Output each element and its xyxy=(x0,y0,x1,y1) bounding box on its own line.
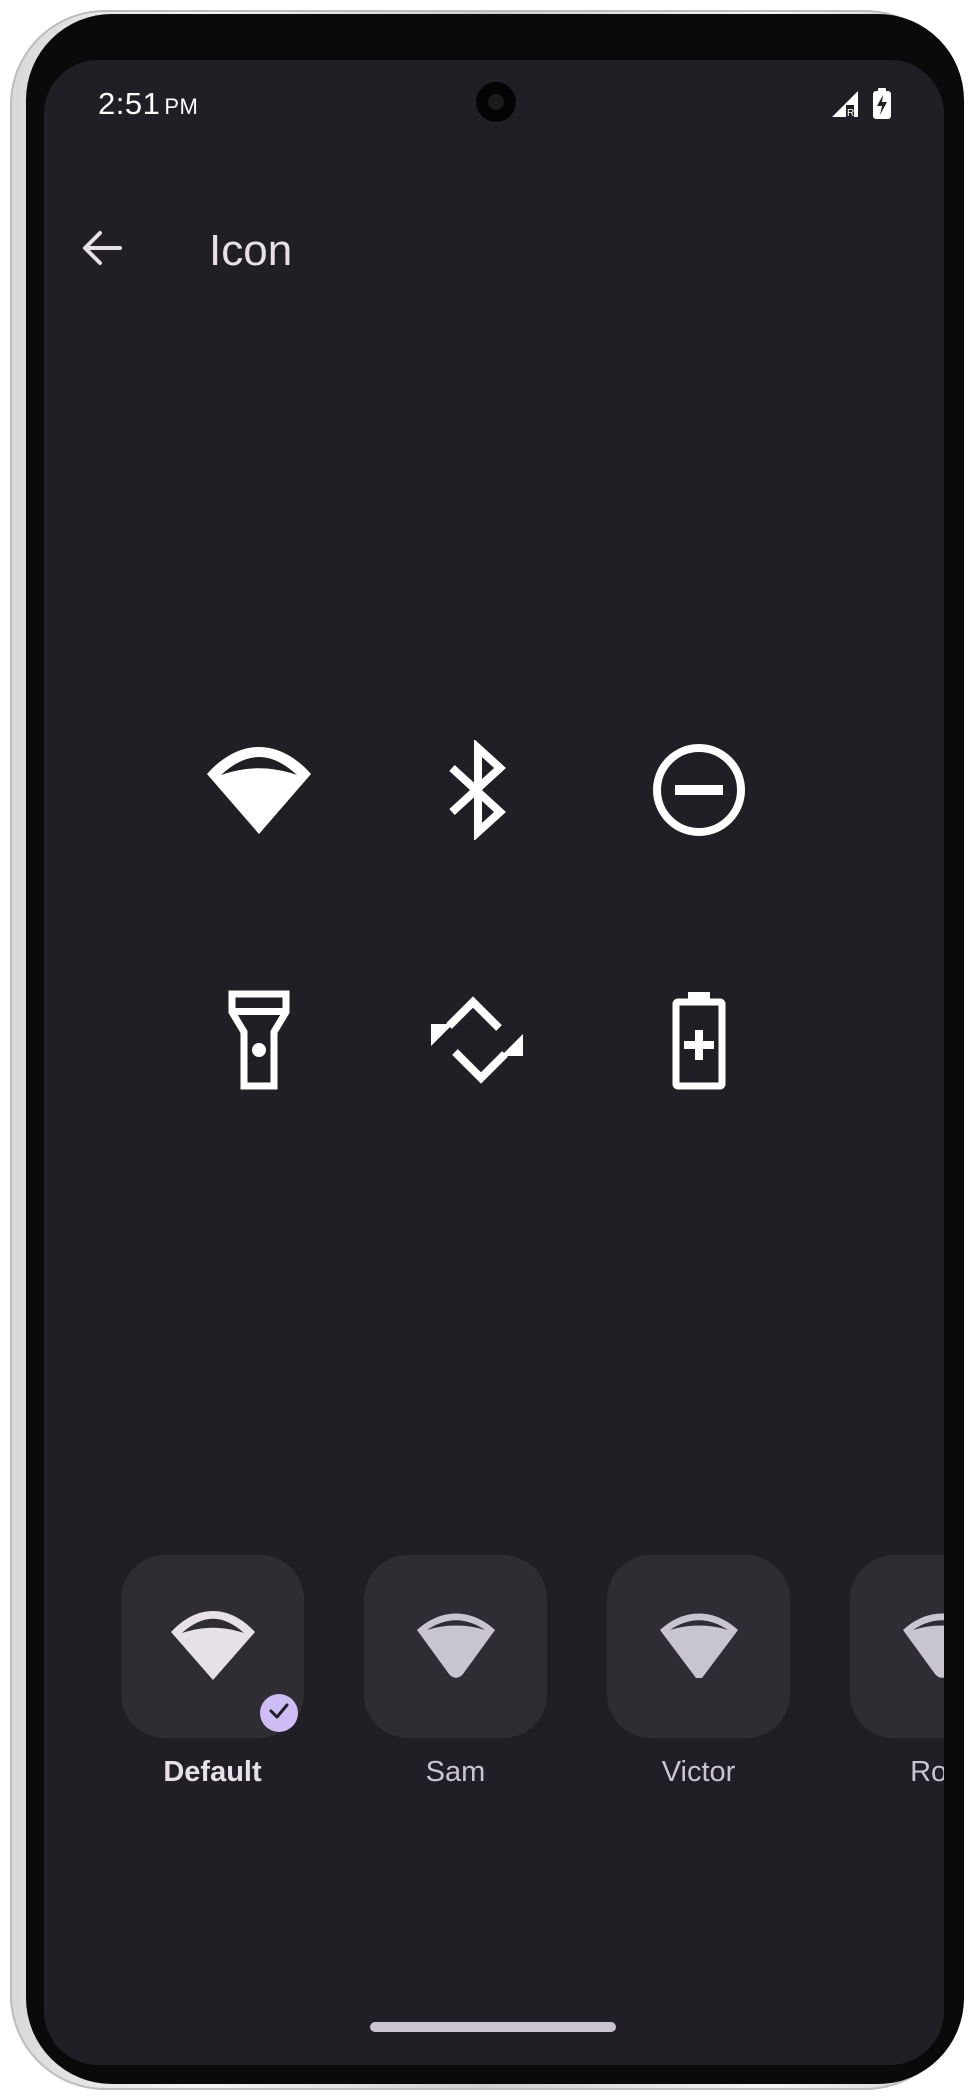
option-tile[interactable] xyxy=(364,1555,547,1738)
option-label: Victor xyxy=(661,1756,736,1788)
flashlight-icon xyxy=(194,975,324,1105)
option-victor[interactable]: Victor xyxy=(607,1555,790,1789)
auto-rotate-icon xyxy=(412,975,542,1105)
status-ampm: PM xyxy=(164,94,199,119)
wifi-icon xyxy=(413,1608,499,1685)
wifi-icon xyxy=(167,1606,259,1687)
selected-check-badge xyxy=(260,1694,298,1732)
screen: 2:51 PM R Icon Default Sam Victor Ro xyxy=(44,60,944,2065)
status-bar: 2:51 PM R xyxy=(44,60,944,150)
option-default[interactable]: Default xyxy=(121,1555,304,1789)
option-round[interactable]: Rour xyxy=(850,1555,944,1789)
option-label: Rour xyxy=(910,1756,944,1788)
front-camera xyxy=(476,82,516,122)
icon-style-options: Default Sam Victor Ro xyxy=(121,1555,944,1815)
icon-preview-grid xyxy=(194,725,854,1105)
battery-charging-icon xyxy=(872,88,892,125)
option-tile[interactable] xyxy=(607,1555,790,1738)
arrow-back-icon xyxy=(80,226,124,275)
option-label: Sam xyxy=(425,1756,486,1788)
status-icons: R xyxy=(830,88,892,125)
option-sam[interactable]: Sam xyxy=(364,1555,547,1789)
bluetooth-icon xyxy=(412,725,542,855)
back-button[interactable] xyxy=(74,222,130,278)
home-indicator[interactable] xyxy=(370,2022,616,2032)
phone-frame: 2:51 PM R Icon Default Sam Victor Ro xyxy=(10,10,964,2090)
status-time: 2:51 PM xyxy=(98,86,198,122)
signal-icon: R xyxy=(830,89,860,124)
page-title: Icon xyxy=(209,226,293,275)
top-app-bar: Icon xyxy=(44,200,944,300)
option-tile[interactable] xyxy=(121,1555,304,1738)
status-clock: 2:51 xyxy=(98,86,161,121)
do-not-disturb-icon xyxy=(634,725,764,855)
wifi-icon xyxy=(899,1608,944,1685)
option-label: Default xyxy=(163,1756,262,1788)
check-icon xyxy=(267,1699,291,1728)
wifi-icon xyxy=(656,1608,742,1685)
svg-text:R: R xyxy=(847,108,854,119)
option-tile[interactable] xyxy=(850,1555,944,1738)
battery-saver-icon xyxy=(634,975,764,1105)
wifi-icon xyxy=(194,725,324,855)
